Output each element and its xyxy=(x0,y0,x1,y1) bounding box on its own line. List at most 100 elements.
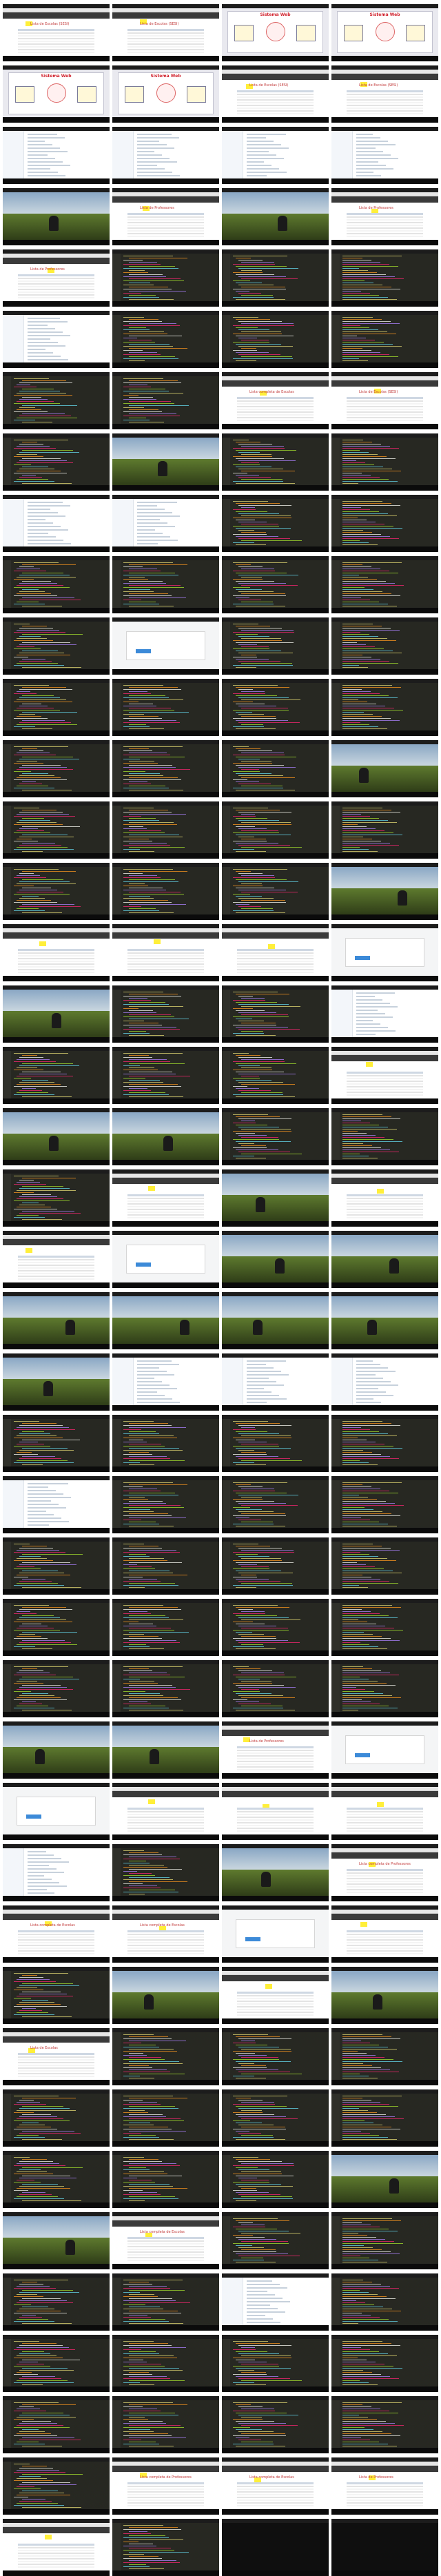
thumbnail-explorer[interactable] xyxy=(112,1353,219,1411)
thumbnail-code[interactable] xyxy=(331,679,438,736)
thumbnail-photo[interactable] xyxy=(112,1721,219,1779)
thumbnail-code[interactable] xyxy=(331,556,438,613)
file-item[interactable] xyxy=(28,161,63,163)
file-item[interactable] xyxy=(247,154,276,156)
thumbnail-photo[interactable] xyxy=(331,1967,438,2024)
file-item[interactable] xyxy=(28,1500,51,1502)
thumbnail-code[interactable] xyxy=(3,372,110,429)
file-item[interactable] xyxy=(137,1367,159,1369)
file-item[interactable] xyxy=(356,158,398,159)
file-item[interactable] xyxy=(137,172,172,173)
thumbnail-code[interactable] xyxy=(3,2089,110,2147)
file-item[interactable] xyxy=(28,331,63,333)
thumbnail-web[interactable]: Lista de Escolas (SESI) xyxy=(222,65,329,123)
file-item[interactable] xyxy=(28,526,61,527)
file-item[interactable] xyxy=(356,165,386,166)
file-item[interactable] xyxy=(28,168,50,170)
thumbnail-code[interactable] xyxy=(222,617,329,675)
file-item[interactable] xyxy=(247,172,287,173)
thumbnail-code[interactable] xyxy=(222,2396,329,2453)
file-item[interactable] xyxy=(28,1504,59,1505)
thumbnail-code[interactable] xyxy=(222,1660,329,1717)
file-item[interactable] xyxy=(247,147,289,149)
file-item[interactable] xyxy=(247,151,269,152)
file-item[interactable] xyxy=(28,328,55,329)
file-item[interactable] xyxy=(28,147,60,149)
thumbnail-code[interactable] xyxy=(222,1599,329,1656)
thumbnail-web[interactable]: Lista de Professores xyxy=(331,188,438,245)
file-item[interactable] xyxy=(247,1374,289,1376)
thumbnail-web[interactable] xyxy=(222,1967,329,2024)
file-item[interactable] xyxy=(356,1003,390,1004)
thumbnail-web[interactable] xyxy=(3,1231,110,1288)
file-item[interactable] xyxy=(137,161,177,163)
thumbnail-code[interactable] xyxy=(222,863,329,920)
file-item[interactable] xyxy=(137,1402,180,1403)
file-item[interactable] xyxy=(137,147,174,149)
file-item[interactable] xyxy=(28,338,50,340)
file-item[interactable] xyxy=(247,2304,270,2306)
file-item[interactable] xyxy=(137,543,158,544)
thumbnail-code[interactable] xyxy=(331,617,438,675)
file-item[interactable] xyxy=(28,1851,46,1852)
file-item[interactable] xyxy=(247,141,274,142)
thumbnail-code[interactable] xyxy=(3,863,110,920)
file-item[interactable] xyxy=(28,325,48,326)
file-item[interactable] xyxy=(28,1511,46,1512)
thumbnail-code[interactable] xyxy=(112,556,219,613)
file-item[interactable] xyxy=(28,141,45,142)
file-item[interactable] xyxy=(137,1388,177,1389)
file-item[interactable] xyxy=(28,1868,57,1870)
thumbnail-web[interactable] xyxy=(3,924,110,981)
file-item[interactable] xyxy=(356,1360,373,1362)
file-item[interactable] xyxy=(28,536,56,538)
file-item[interactable] xyxy=(356,147,376,149)
file-item[interactable] xyxy=(247,2322,280,2323)
file-item[interactable] xyxy=(247,144,281,145)
file-item[interactable] xyxy=(137,144,167,145)
thumbnail-photo[interactable] xyxy=(3,1108,110,1165)
thumbnail-explorer[interactable] xyxy=(3,1844,110,1901)
file-item[interactable] xyxy=(28,1885,67,1887)
thumbnail-code[interactable] xyxy=(331,495,438,552)
thumbnail-web[interactable]: Lista de Professores xyxy=(222,1721,329,1779)
file-item[interactable] xyxy=(356,1381,391,1382)
file-item[interactable] xyxy=(247,2315,265,2316)
file-item[interactable] xyxy=(247,1398,287,1400)
thumbnail-code[interactable] xyxy=(112,2089,219,2147)
dialog-button[interactable] xyxy=(26,1815,41,1819)
thumbnail-code[interactable] xyxy=(222,1047,329,1104)
file-item[interactable] xyxy=(28,134,57,135)
file-item[interactable] xyxy=(28,342,58,343)
file-item[interactable] xyxy=(137,165,157,166)
file-item[interactable] xyxy=(356,996,375,997)
thumbnail-code[interactable] xyxy=(112,1047,219,1104)
file-item[interactable] xyxy=(28,1514,54,1515)
thumbnail-photo[interactable] xyxy=(331,740,438,797)
file-item[interactable] xyxy=(28,1861,69,1863)
file-item[interactable] xyxy=(28,515,65,517)
dialog-button[interactable] xyxy=(136,649,151,653)
thumbnail-explorer[interactable] xyxy=(3,1476,110,1533)
file-item[interactable] xyxy=(28,543,71,544)
file-item[interactable] xyxy=(247,2280,272,2282)
dialog-button[interactable] xyxy=(355,956,370,960)
thumbnail-web[interactable]: Lista completa de Escolas xyxy=(222,372,329,429)
file-item[interactable] xyxy=(28,1882,59,1883)
thumbnail-code[interactable] xyxy=(112,372,219,429)
file-item[interactable] xyxy=(28,1507,66,1509)
file-item[interactable] xyxy=(247,161,264,163)
file-item[interactable] xyxy=(137,1398,172,1400)
file-item[interactable] xyxy=(356,151,383,152)
file-item[interactable] xyxy=(137,1371,167,1372)
thumbnail-photo[interactable] xyxy=(331,1292,438,1349)
thumbnail-code[interactable] xyxy=(222,2212,329,2269)
file-item[interactable] xyxy=(28,533,48,534)
thumbnail-code[interactable] xyxy=(3,433,110,491)
thumbnail-explorer[interactable] xyxy=(331,127,438,184)
thumbnail-code[interactable] xyxy=(3,1660,110,1717)
file-item[interactable] xyxy=(28,154,48,156)
thumbnail-explorer[interactable] xyxy=(3,311,110,368)
file-item[interactable] xyxy=(356,1034,376,1035)
thumbnail-code[interactable] xyxy=(112,2396,219,2453)
